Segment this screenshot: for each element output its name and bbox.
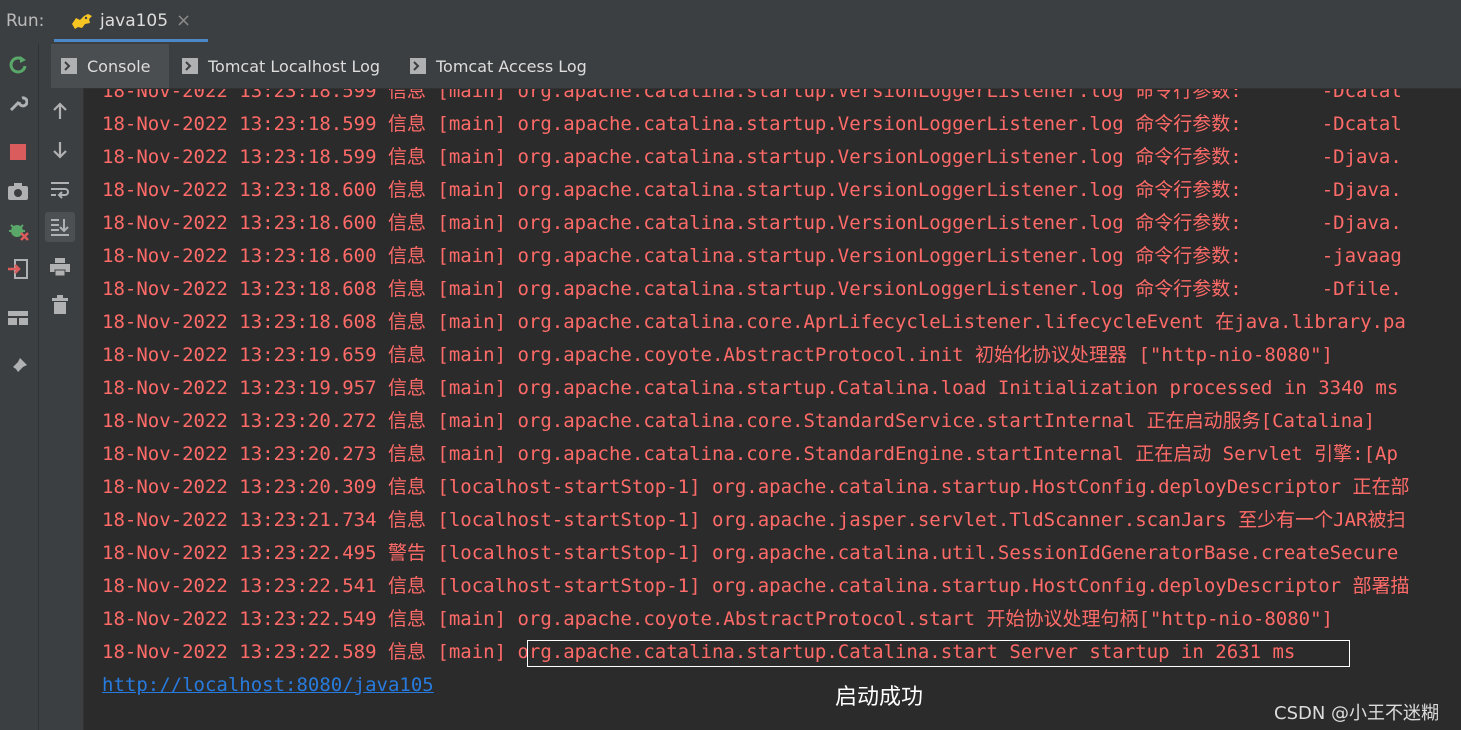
camera-icon[interactable] — [5, 178, 31, 204]
left-toolbar — [0, 44, 39, 730]
debug-icon[interactable] — [5, 217, 31, 243]
stop-icon[interactable] — [5, 139, 31, 165]
log-line: 18-Nov-2022 13:23:18.599 信息 [main] org.a… — [102, 113, 1402, 135]
tomcat-icon — [72, 14, 92, 29]
log-line: 18-Nov-2022 13:23:21.734 信息 [localhost-s… — [102, 509, 1406, 531]
log-line: 18-Nov-2022 13:23:18.600 信息 [main] org.a… — [102, 212, 1402, 234]
startup-success-annotation: 启动成功 — [835, 685, 924, 710]
trash-icon[interactable] — [45, 290, 75, 320]
log-line: 18-Nov-2022 13:23:19.659 信息 [main] org.a… — [102, 344, 1333, 366]
console-output[interactable]: 18-Nov-2022 13:23:18.599 信息 [main] org.a… — [84, 89, 1461, 730]
run-label: Run: — [6, 11, 45, 31]
log-line: 18-Nov-2022 13:23:18.608 信息 [main] org.a… — [102, 311, 1406, 333]
highlight-box — [527, 640, 1350, 667]
log-line: 18-Nov-2022 13:23:18.600 信息 [main] org.a… — [102, 179, 1402, 201]
log-line: 18-Nov-2022 13:23:19.957 信息 [main] org.a… — [102, 377, 1399, 399]
log-line: 18-Nov-2022 13:23:20.272 信息 [main] org.a… — [102, 410, 1376, 432]
arrow-down-icon[interactable] — [45, 135, 75, 165]
tab-tomcat-localhost-log[interactable]: Tomcat Localhost Log — [182, 44, 380, 88]
pin-icon[interactable] — [5, 354, 31, 380]
print-icon[interactable] — [45, 252, 75, 282]
tab-tomcat-access-log-label: Tomcat Access Log — [436, 56, 587, 76]
run-config-tab[interactable]: java105 × — [54, 0, 208, 42]
log-line: 18-Nov-2022 13:23:18.608 信息 [main] org.a… — [102, 278, 1402, 300]
log-line: 18-Nov-2022 13:23:22.541 信息 [localhost-s… — [102, 575, 1410, 597]
localhost-link[interactable]: http://localhost:8080/java105 — [102, 673, 434, 697]
tab-tomcat-access-log[interactable]: Tomcat Access Log — [410, 44, 587, 88]
log-line: 18-Nov-2022 13:23:18.599 信息 [main] org.a… — [102, 89, 1402, 102]
log-line: 18-Nov-2022 13:23:18.599 信息 [main] org.a… — [102, 146, 1402, 168]
console-toolbar — [39, 88, 84, 730]
run-header-bar: Run: java105 × — [0, 0, 1461, 45]
close-icon[interactable]: × — [176, 10, 191, 31]
arrow-up-icon[interactable] — [45, 96, 75, 126]
login-icon[interactable] — [5, 256, 31, 282]
scroll-to-end-icon[interactable] — [45, 212, 75, 242]
log-line: 18-Nov-2022 13:23:20.273 信息 [main] org.a… — [102, 443, 1398, 465]
console-icon — [182, 58, 198, 74]
soft-wrap-icon[interactable] — [45, 174, 75, 204]
log-line: 18-Nov-2022 13:23:20.309 信息 [localhost-s… — [102, 476, 1410, 498]
rerun-icon[interactable] — [5, 52, 31, 78]
layout-icon[interactable] — [5, 305, 31, 331]
console-icon — [61, 58, 77, 74]
tab-tomcat-localhost-log-label: Tomcat Localhost Log — [208, 56, 381, 76]
watermark: CSDN @小王不迷糊 — [1274, 703, 1440, 724]
tab-console-label: Console — [87, 56, 151, 76]
wrench-icon[interactable] — [5, 90, 31, 116]
tab-console[interactable]: Console — [51, 44, 169, 88]
log-line: 18-Nov-2022 13:23:22.495 警告 [localhost-s… — [102, 542, 1399, 564]
run-tab-title: java105 — [100, 11, 169, 31]
console-icon — [410, 58, 426, 74]
console-tabs-bar: Console Tomcat Localhost Log Tomcat Acce… — [39, 44, 1461, 89]
log-line: 18-Nov-2022 13:23:18.600 信息 [main] org.a… — [102, 245, 1402, 267]
run-tool-window: Run: java105 × Console Tomcat Localhost … — [0, 0, 1461, 730]
log-line: 18-Nov-2022 13:23:22.549 信息 [main] org.a… — [102, 608, 1333, 630]
